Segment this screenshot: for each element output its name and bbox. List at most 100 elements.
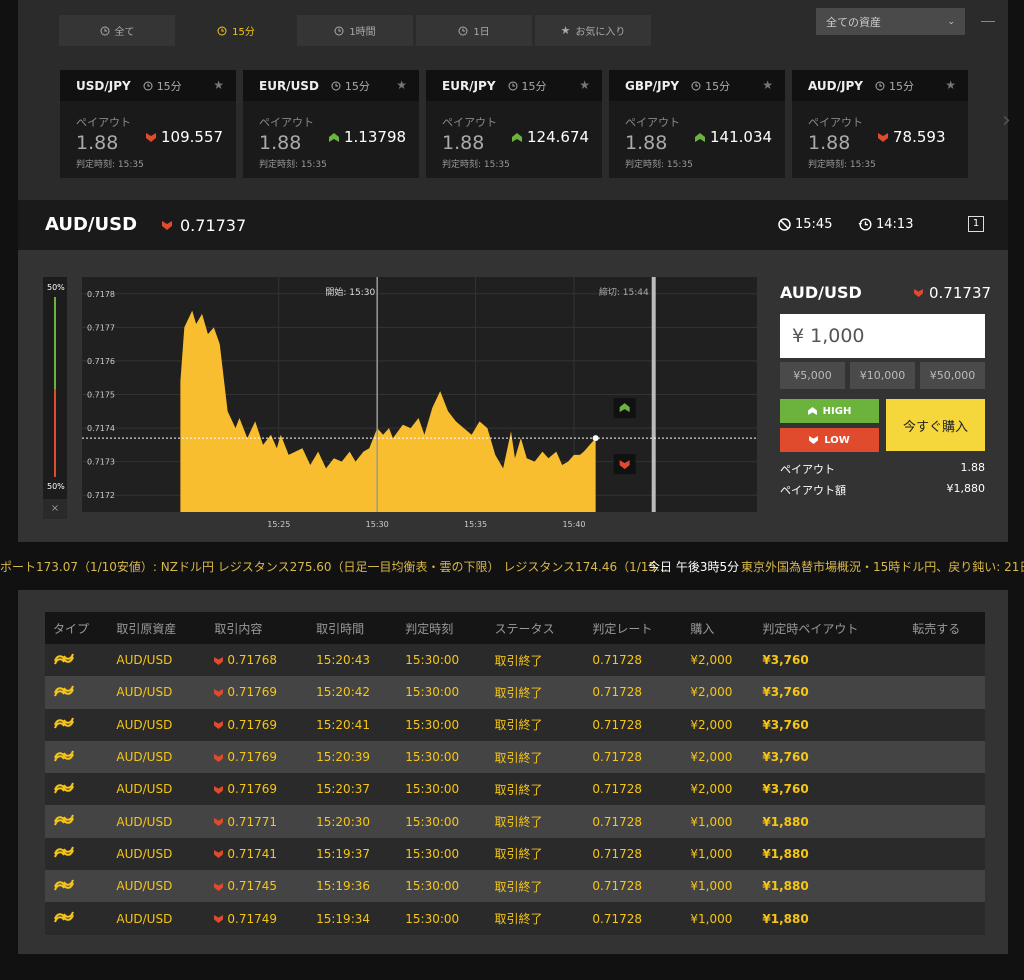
- type-cell: [45, 870, 109, 903]
- current-point: [592, 435, 599, 442]
- end-line: [651, 277, 656, 512]
- card-pair: USD/JPY: [76, 78, 131, 93]
- card-period-value: 15分: [888, 79, 914, 93]
- history-icon: [858, 218, 872, 231]
- judge-rate-cell: 0.71728: [584, 902, 683, 935]
- table-row[interactable]: AUD/USD 0.71769 15:20:39 15:30:00 取引終了 0.7172…: [45, 740, 985, 774]
- rate-value: 0.71769: [227, 685, 277, 700]
- period-tabs: 全て 15分 1時間 1日 ★ お気に入り: [59, 15, 651, 46]
- high-button[interactable]: HIGH: [780, 399, 879, 423]
- rate-cell: 0.71769: [206, 740, 309, 774]
- card-period-value: 15分: [705, 79, 731, 93]
- remaining-time-value: 14:13: [876, 217, 914, 232]
- tab-15min[interactable]: 15分: [178, 15, 294, 46]
- high-marker[interactable]: [613, 398, 636, 419]
- asset-filter-select[interactable]: 全ての資産 ⌄: [816, 8, 965, 35]
- star-icon[interactable]: ★: [762, 78, 773, 92]
- amount-input[interactable]: ¥ 1,000: [780, 314, 985, 358]
- history-header-cell: ステータス: [486, 612, 585, 644]
- asset-card[interactable]: USD/JPY 15分 ★ ペイアウト 1.88 109.557 判定時刻: 15:35: [60, 70, 236, 178]
- type-cell: [45, 805, 109, 838]
- rate-value: 0.71741: [227, 846, 277, 861]
- high-low-type-icon: [54, 782, 74, 794]
- payout-row: ペイアウト 1.88: [780, 461, 985, 477]
- preset-10000-button[interactable]: ¥10,000: [850, 362, 915, 389]
- clock-icon: [875, 81, 885, 90]
- status-cell: 取引終了: [486, 805, 585, 838]
- tab-1hour[interactable]: 1時間: [297, 15, 413, 46]
- table-row[interactable]: AUD/USD 0.71771 15:20:30 15:30:00 取引終了 0.7172…: [45, 805, 985, 838]
- card-period: 15分: [331, 78, 370, 94]
- judge-time-cell: 15:30:00: [397, 644, 487, 677]
- judge-time-cell: 15:30:00: [397, 676, 487, 709]
- tab-1day[interactable]: 1日: [416, 15, 532, 46]
- chevron-right-icon[interactable]: ›: [1002, 108, 1011, 133]
- table-row[interactable]: AUD/USD 0.71745 15:19:36 15:30:00 取引終了 0.7172…: [45, 870, 985, 903]
- trade-time-cell: 15:19:34: [308, 902, 398, 935]
- table-row[interactable]: AUD/USD 0.71741 15:19:37 15:30:00 取引終了 0.7172…: [45, 837, 985, 871]
- trade-rate: 0.71737: [914, 284, 991, 302]
- low-button[interactable]: LOW: [780, 428, 879, 452]
- card-pair: GBP/JPY: [625, 78, 680, 93]
- table-row[interactable]: AUD/USD 0.71768 15:20:43 15:30:00 取引終了 0.7172…: [45, 644, 985, 677]
- asset-cell: AUD/USD: [108, 740, 207, 774]
- y-tick-label: 0.7174: [87, 424, 115, 433]
- trade-history: タイプ 取引原資産 取引内容 取引時間 判定時刻 ステータス 判定レート 購入 判定時ペイアウト…: [18, 590, 1008, 954]
- card-header: AUD/JPY 15分: [792, 70, 968, 101]
- card-payout: 1.88: [76, 132, 119, 154]
- rate-cell: 0.71745: [206, 870, 309, 903]
- preset-50000-button[interactable]: ¥50,000: [920, 362, 985, 389]
- status-cell: 取引終了: [486, 740, 585, 774]
- minimize-button[interactable]: [981, 21, 995, 22]
- type-cell: [45, 902, 109, 935]
- rate-value: 0.71745: [227, 879, 277, 894]
- asset-filter-value: 全ての資産: [826, 15, 881, 29]
- price-chart[interactable]: 0.7178 0.7177 0.7176 0.7175 0.7174 0.7173 0.71…: [82, 277, 757, 539]
- y-tick-label: 0.7177: [87, 323, 115, 332]
- history-header-cell: 判定レート: [584, 612, 683, 644]
- table-row[interactable]: AUD/USD 0.71769 15:20:37 15:30:00 取引終了 0.7172…: [45, 773, 985, 806]
- ticker-text-right: 東京外国為替市場概況・15時ドル円、戻り鈍い: 21日の: [741, 560, 1024, 574]
- rate-value: 0.71769: [227, 750, 277, 765]
- table-row[interactable]: AUD/USD 0.71769 15:20:42 15:30:00 取引終了 0.7172…: [45, 676, 985, 709]
- trade-time-cell: 15:19:36: [308, 870, 398, 903]
- trade-asset-name: AUD/USD: [780, 283, 862, 302]
- payout-cell: ¥3,760: [754, 708, 905, 741]
- asset-card[interactable]: AUD/JPY 15分 ★ ペイアウト 1.88 78.593 判定時刻: 15:35: [792, 70, 968, 178]
- star-icon[interactable]: ★: [945, 78, 956, 92]
- card-period: 15分: [143, 78, 182, 94]
- asset-rate: 0.71737: [162, 216, 246, 235]
- high-low-type-icon: [54, 879, 74, 891]
- type-cell: [45, 676, 109, 709]
- one-click-icon[interactable]: 1: [968, 216, 984, 232]
- tab-favorites[interactable]: ★ お気に入り: [535, 15, 651, 46]
- status-cell: 取引終了: [486, 708, 585, 741]
- judge-rate-cell: 0.71728: [584, 837, 683, 871]
- rate-value: 0.71749: [227, 911, 277, 926]
- judge-time-cell: 15:30:00: [397, 902, 487, 935]
- asset-card[interactable]: GBP/JPY 15分 ★ ペイアウト 1.88 141.034 判定時刻: 15:35: [609, 70, 785, 178]
- payout-cell: ¥1,880: [754, 902, 905, 935]
- low-marker[interactable]: [613, 454, 636, 475]
- high-low-type-icon: [54, 653, 74, 665]
- down-arrow-icon: [214, 721, 224, 730]
- table-row[interactable]: AUD/USD 0.71769 15:20:41 15:30:00 取引終了 0.7172…: [45, 708, 985, 741]
- start-label: 開始: 15:30: [325, 286, 375, 298]
- table-row[interactable]: AUD/USD 0.71749 15:19:34 15:30:00 取引終了 0.7172…: [45, 902, 985, 935]
- star-icon[interactable]: ★: [213, 78, 224, 92]
- news-ticker[interactable]: ポート173.07（1/10安値）: NZドル円 レジスタンス275.60（日足…: [0, 556, 1024, 578]
- clock-icon: [331, 81, 341, 90]
- card-judge-time: 判定時刻: 15:35: [259, 160, 327, 170]
- asset-card[interactable]: EUR/USD 15分 ★ ペイアウト 1.88 1.13798 判定時刻: 15:35: [243, 70, 419, 178]
- star-icon[interactable]: ★: [579, 78, 590, 92]
- buy-now-button[interactable]: 今すぐ購入: [886, 399, 985, 451]
- card-payout: 1.88: [808, 132, 851, 154]
- star-icon[interactable]: ★: [396, 78, 407, 92]
- resell-cell: [904, 870, 985, 903]
- asset-card[interactable]: EUR/JPY 15分 ★ ペイアウト 1.88 124.674 判定時刻: 15:35: [426, 70, 602, 178]
- preset-5000-button[interactable]: ¥5,000: [780, 362, 845, 389]
- card-payout-label: ペイアウト: [259, 116, 314, 129]
- up-arrow-icon: [695, 132, 705, 142]
- tab-all[interactable]: 全て: [59, 15, 175, 46]
- close-ratio-button[interactable]: ×: [43, 499, 67, 519]
